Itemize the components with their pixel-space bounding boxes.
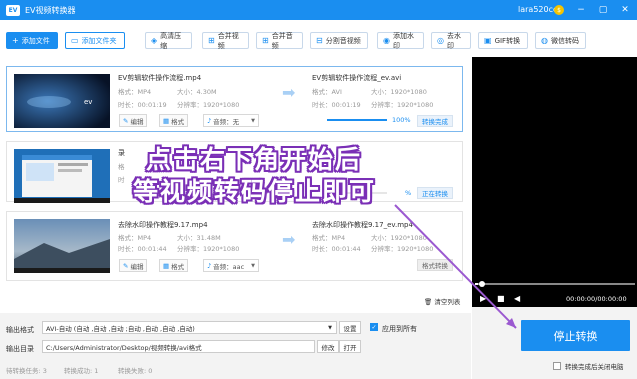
annotation-line-1: 点击右下角开始后 — [146, 145, 363, 174]
annotation-line-2: 等视频转码停止即可 — [133, 177, 377, 206]
